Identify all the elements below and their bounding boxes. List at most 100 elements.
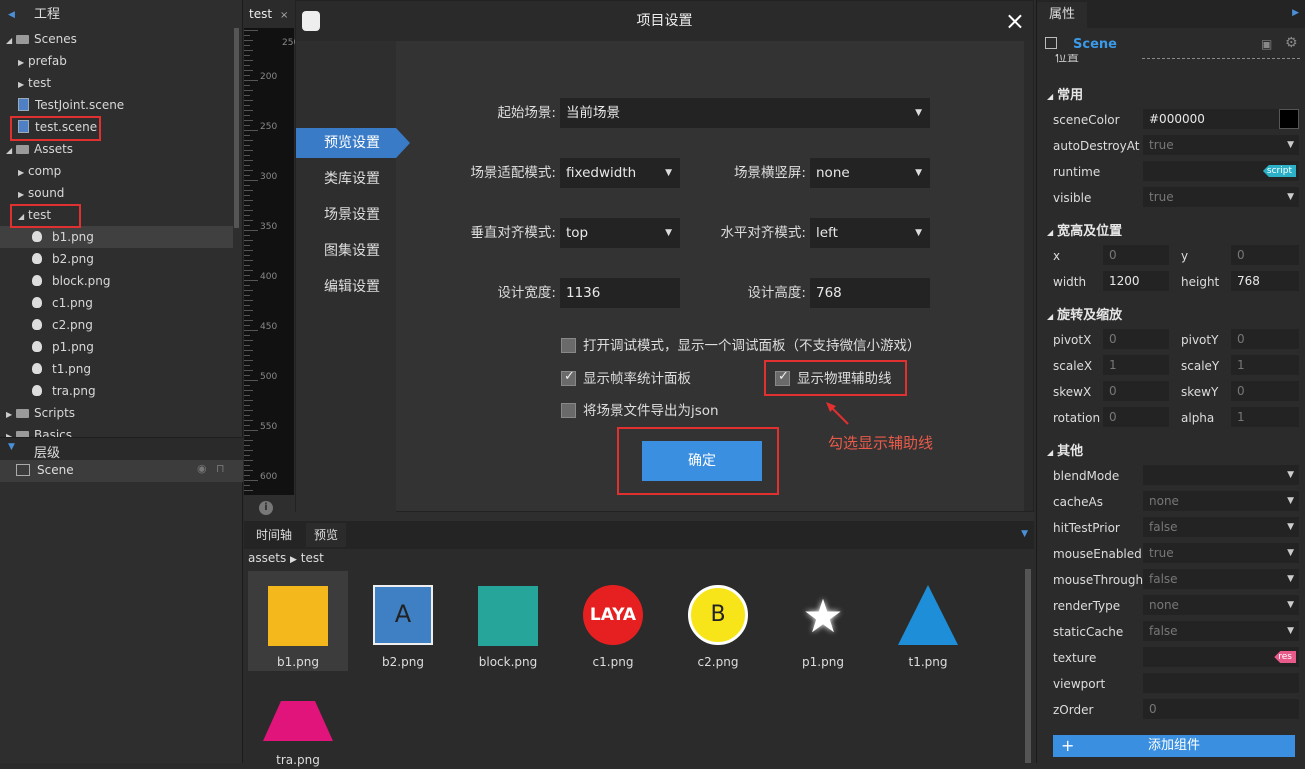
property-field[interactable]: true ▼ <box>1143 135 1299 155</box>
collapsed-arrow-icon[interactable]: ▶ <box>18 52 28 74</box>
info-icon[interactable]: i <box>259 501 273 515</box>
property-field[interactable]: false ▼ <box>1143 569 1299 589</box>
property-section-header[interactable]: ◢ 常用 <box>1047 84 1083 103</box>
expand-right-icon[interactable]: ▶ <box>1292 8 1299 18</box>
property-field[interactable]: none ▼ <box>1143 595 1299 615</box>
close-tab-icon[interactable]: × <box>280 10 288 21</box>
collapsed-arrow-icon[interactable]: ▶ <box>6 404 16 426</box>
design-height-input[interactable]: 768 <box>810 278 930 308</box>
property-field[interactable] <box>1143 673 1299 693</box>
tab-timeline[interactable]: 时间轴 <box>248 523 300 547</box>
tree-item[interactable]: c2.png <box>0 314 233 336</box>
project-panel-header[interactable]: ◀ 工程 <box>0 0 242 30</box>
property-field[interactable]: 0 <box>1103 329 1169 349</box>
property-field[interactable]: true ▼ <box>1143 543 1299 563</box>
collapse-left-icon[interactable]: ◀ <box>8 0 15 30</box>
stage-tab[interactable]: test × <box>244 0 294 28</box>
scrollbar[interactable] <box>234 28 239 228</box>
tree-item[interactable]: ▶ test <box>0 72 233 94</box>
camera-icon[interactable]: ▣ <box>1261 37 1272 51</box>
property-field[interactable]: none ▼ <box>1143 491 1299 511</box>
asset-item[interactable]: Bc2.png <box>668 571 768 671</box>
lock-icon[interactable]: ⊓ <box>216 462 225 475</box>
property-field[interactable]: true ▼ <box>1143 187 1299 207</box>
start-scene-select[interactable]: 当前场景 ▼ <box>560 98 930 128</box>
property-field[interactable]: 0 <box>1231 329 1299 349</box>
property-field[interactable]: ▼ <box>1143 465 1299 485</box>
property-field[interactable]: 0 <box>1103 381 1169 401</box>
assets-scrollbar[interactable] <box>1025 569 1031 763</box>
asset-item[interactable]: t1.png <box>878 571 978 671</box>
tree-item[interactable]: ▶ sound <box>0 182 233 204</box>
tree-item[interactable]: b1.png <box>0 226 233 248</box>
property-field[interactable]: 1 <box>1231 355 1299 375</box>
collapsed-arrow-icon[interactable]: ▶ <box>18 184 28 206</box>
settings-nav-item[interactable]: 预览设置 <box>296 128 396 158</box>
property-field[interactable]: 0 <box>1103 245 1169 265</box>
property-field[interactable]: 0 <box>1231 381 1299 401</box>
fps-checkbox[interactable] <box>561 369 576 386</box>
tree-item[interactable]: block.png <box>0 270 233 292</box>
tree-item[interactable]: t1.png <box>0 358 233 380</box>
tree-item[interactable]: b2.png <box>0 248 233 270</box>
expand-arrow-icon[interactable]: ◢ <box>6 30 16 52</box>
settings-nav-item[interactable]: 编辑设置 <box>296 272 396 302</box>
property-section-header[interactable]: ◢ 其他 <box>1047 440 1083 459</box>
debug-checkbox[interactable] <box>561 338 576 353</box>
property-section-header[interactable]: ◢ 旋转及缩放 <box>1047 304 1122 323</box>
tree-item[interactable]: ▶ comp <box>0 160 233 182</box>
property-field[interactable]: res <box>1143 647 1299 667</box>
collapsed-arrow-icon[interactable]: ▶ <box>18 162 28 184</box>
tab-preview[interactable]: 预览 <box>306 523 347 547</box>
property-field[interactable]: 1 <box>1231 407 1299 427</box>
design-width-input[interactable]: 1136 <box>560 278 680 308</box>
settings-nav-item[interactable]: 类库设置 <box>296 164 396 194</box>
property-field[interactable]: 1 <box>1103 355 1169 375</box>
settings-nav-item[interactable]: 场景设置 <box>296 200 396 230</box>
orientation-select[interactable]: none ▼ <box>810 158 930 188</box>
alignment-icons[interactable] <box>1142 58 1300 59</box>
asset-item[interactable]: b1.png <box>248 571 348 671</box>
gear-icon[interactable]: ⚙ <box>1285 35 1298 51</box>
asset-item[interactable]: block.png <box>458 571 558 671</box>
asset-item[interactable]: tra.png <box>248 669 348 769</box>
tree-item[interactable]: tra.png <box>0 380 233 402</box>
property-field[interactable]: false ▼ <box>1143 621 1299 641</box>
asset-item[interactable]: LAYA c1.png <box>563 571 663 671</box>
json-export-checkbox[interactable] <box>561 403 576 418</box>
layer-expand-icon[interactable]: ▼ <box>8 442 15 452</box>
settings-nav-item[interactable]: 图集设置 <box>296 236 396 266</box>
asset-item[interactable]: Ab2.png <box>353 571 453 671</box>
property-field[interactable]: false ▼ <box>1143 517 1299 537</box>
property-field[interactable]: 768 <box>1231 271 1299 291</box>
tree-item[interactable]: ▶ Scripts <box>0 402 233 424</box>
breadcrumb-leaf[interactable]: test <box>301 551 324 565</box>
adapt-mode-select[interactable]: fixedwidth ▼ <box>560 158 680 188</box>
valign-select[interactable]: top ▼ <box>560 218 680 248</box>
collapsed-arrow-icon[interactable]: ▶ <box>6 426 16 437</box>
layer-panel-header[interactable]: ▼ 层级 <box>0 437 243 461</box>
tree-item[interactable]: ▶ prefab <box>0 50 233 72</box>
tree-item[interactable]: ◢ Scenes <box>0 28 233 50</box>
property-field[interactable]: 0 <box>1231 245 1299 265</box>
tree-item[interactable]: c1.png <box>0 292 233 314</box>
breadcrumb-root[interactable]: assets <box>248 551 286 565</box>
eye-icon[interactable]: ◉ <box>197 462 207 475</box>
property-section-header[interactable]: ◢ 宽高及位置 <box>1047 220 1122 239</box>
tree-item[interactable]: ▶ Basics <box>0 424 233 437</box>
add-component-button[interactable]: + 添加组件 <box>1053 735 1295 757</box>
tree-item[interactable]: p1.png <box>0 336 233 358</box>
tree-item[interactable]: ◢ Assets <box>0 138 233 160</box>
property-field[interactable]: script <box>1143 161 1299 181</box>
asset-item[interactable]: ★ p1.png <box>773 571 873 671</box>
layer-item-scene[interactable]: Scene ◉ ⊓ <box>0 460 243 482</box>
color-swatch[interactable] <box>1279 109 1299 129</box>
close-dialog-icon[interactable]: × <box>1005 1 1025 41</box>
property-field[interactable]: 0 <box>1103 407 1169 427</box>
tree-item[interactable]: TestJoint.scene <box>0 94 233 116</box>
collapsed-arrow-icon[interactable]: ▶ <box>18 74 28 96</box>
panel-menu-icon[interactable]: ▼ <box>1021 529 1028 539</box>
property-field[interactable]: 1200 <box>1103 271 1169 291</box>
tab-properties[interactable]: 属性 <box>1037 2 1087 28</box>
property-field[interactable]: #000000 <box>1143 109 1299 129</box>
